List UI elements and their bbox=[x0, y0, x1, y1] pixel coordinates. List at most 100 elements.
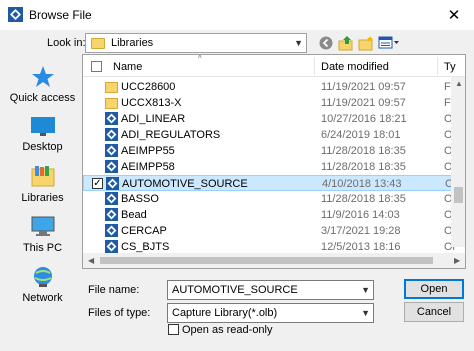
place-desktop[interactable]: Desktop bbox=[5, 116, 80, 153]
column-separator[interactable] bbox=[314, 57, 315, 75]
scroll-left-icon[interactable]: ◀ bbox=[88, 256, 94, 265]
scroll-up-icon[interactable]: ▲ bbox=[455, 79, 463, 88]
chevron-down-icon: ▼ bbox=[294, 38, 303, 48]
file-name: ADI_REGULATORS bbox=[121, 129, 221, 141]
column-header-row: ^ Name Date modified Ty bbox=[83, 54, 465, 77]
column-separator[interactable] bbox=[437, 57, 438, 75]
folder-icon bbox=[105, 98, 118, 109]
back-arrow-icon bbox=[319, 36, 333, 50]
row-checkbox[interactable]: ✓ bbox=[92, 178, 103, 189]
up-folder-button[interactable] bbox=[338, 34, 354, 52]
file-date: 11/28/2018 18:35 bbox=[321, 145, 406, 157]
library-file-icon bbox=[105, 160, 118, 173]
file-row[interactable]: ✓AUTOMOTIVE_SOURCE4/10/2018 13:43Ol bbox=[83, 175, 459, 191]
lookin-label: Look in: bbox=[47, 37, 86, 49]
new-folder-icon bbox=[358, 36, 373, 51]
open-button-label: Open bbox=[420, 283, 448, 295]
new-folder-button[interactable] bbox=[358, 34, 374, 52]
file-name: BASSO bbox=[121, 193, 159, 205]
computer-icon bbox=[31, 216, 54, 236]
file-row[interactable]: AEIMPP55 11/28/2018 18:35 Ol bbox=[83, 143, 459, 159]
file-name: UCCX813-X bbox=[121, 97, 182, 109]
close-button[interactable]: ✕ bbox=[440, 4, 468, 26]
open-button[interactable]: Open bbox=[404, 279, 464, 299]
file-row[interactable]: ADI_LINEAR 10/27/2016 18:21 Ol bbox=[83, 111, 459, 127]
file-date: 3/17/2021 19:28 bbox=[321, 225, 401, 237]
chevron-down-icon: ▼ bbox=[361, 308, 370, 318]
close-icon: ✕ bbox=[447, 7, 461, 24]
place-label: Quick access bbox=[9, 92, 76, 104]
library-file-icon bbox=[105, 240, 118, 253]
place-this-pc[interactable]: This PC bbox=[5, 215, 80, 254]
file-name: Bead bbox=[121, 209, 147, 221]
network-icon bbox=[33, 267, 52, 287]
column-name[interactable]: Name bbox=[113, 61, 142, 73]
app-icon bbox=[8, 7, 23, 22]
file-date: 11/19/2021 09:57 bbox=[321, 81, 406, 93]
readonly-checkbox[interactable] bbox=[168, 324, 179, 335]
place-quick-access[interactable]: Quick access bbox=[5, 65, 80, 104]
scroll-right-icon[interactable]: ▶ bbox=[454, 256, 460, 265]
libraries-icon bbox=[31, 166, 54, 187]
scroll-thumb[interactable] bbox=[100, 257, 433, 264]
file-date: 11/28/2018 18:35 bbox=[321, 193, 406, 205]
select-all-checkbox[interactable] bbox=[91, 61, 102, 72]
place-libraries[interactable]: Libraries bbox=[5, 165, 80, 204]
file-name: AEIMPP58 bbox=[121, 161, 175, 173]
horizontal-scrollbar[interactable]: ◀ ▶ bbox=[83, 253, 465, 268]
filename-label: File name: bbox=[88, 284, 140, 296]
up-folder-icon bbox=[338, 36, 353, 51]
window-title: Browse File bbox=[29, 8, 92, 22]
library-file-icon bbox=[105, 208, 118, 221]
scroll-thumb[interactable] bbox=[454, 187, 463, 203]
folder-icon bbox=[105, 82, 118, 93]
file-row[interactable]: BASSO 11/28/2018 18:35 Ol bbox=[83, 191, 459, 207]
file-row[interactable]: UCC28600 11/19/2021 09:57 Fil bbox=[83, 79, 459, 95]
back-button[interactable] bbox=[318, 34, 334, 52]
views-menu-button[interactable] bbox=[378, 34, 400, 52]
file-row[interactable]: ADI_REGULATORS 6/24/2019 18:01 Ol bbox=[83, 127, 459, 143]
sort-ascending-icon: ^ bbox=[198, 54, 202, 63]
library-file-icon bbox=[105, 224, 118, 237]
file-row[interactable]: CERCAP 3/17/2021 19:28 Ol bbox=[83, 223, 459, 239]
column-type[interactable]: Ty bbox=[444, 61, 456, 73]
place-label: Desktop bbox=[22, 141, 63, 153]
file-date: 11/9/2016 14:03 bbox=[321, 209, 400, 221]
library-file-icon bbox=[105, 144, 118, 157]
filetype-value: Capture Library(*.olb) bbox=[172, 307, 278, 319]
place-label: Libraries bbox=[21, 192, 64, 204]
star-icon bbox=[31, 66, 54, 87]
library-file-icon bbox=[105, 112, 118, 125]
library-file-icon bbox=[105, 128, 118, 141]
desktop-icon bbox=[30, 117, 55, 136]
lookin-dropdown[interactable]: Libraries ▼ bbox=[85, 33, 307, 53]
file-name: CS_BJTS bbox=[121, 241, 170, 253]
place-label: This PC bbox=[22, 242, 63, 254]
chevron-down-icon[interactable]: ▼ bbox=[361, 285, 370, 295]
cancel-button[interactable]: Cancel bbox=[404, 302, 464, 322]
file-date: 11/19/2021 09:57 bbox=[321, 97, 406, 109]
place-label: Network bbox=[22, 292, 63, 304]
file-date: 6/24/2019 18:01 bbox=[321, 129, 401, 141]
vertical-scrollbar[interactable]: ▲ bbox=[451, 77, 465, 247]
filetype-select[interactable]: Capture Library(*.olb) ▼ bbox=[167, 303, 374, 323]
file-date: 12/5/2013 18:16 bbox=[321, 241, 401, 253]
file-name: AUTOMOTIVE_SOURCE bbox=[122, 178, 248, 190]
file-row[interactable]: Bead 11/9/2016 14:03 Ol bbox=[83, 207, 459, 223]
folder-icon bbox=[91, 37, 105, 49]
file-row[interactable]: UCCX813-X 11/19/2021 09:57 Fil bbox=[83, 95, 459, 111]
file-list[interactable]: ^ Name Date modified Ty UCC28600 11/19/20… bbox=[82, 54, 466, 269]
column-date[interactable]: Date modified bbox=[321, 61, 389, 73]
readonly-label[interactable]: Open as read-only bbox=[182, 324, 273, 336]
places-bar: Quick access Desktop Libraries This PC N… bbox=[5, 60, 80, 340]
file-name: CERCAP bbox=[121, 225, 167, 237]
file-date: 11/28/2018 18:35 bbox=[321, 161, 406, 173]
lookin-value: Libraries bbox=[111, 37, 154, 49]
file-row[interactable]: AEIMPP58 11/28/2018 18:35 Ol bbox=[83, 159, 459, 175]
file-name: AEIMPP55 bbox=[121, 145, 175, 157]
filename-input[interactable]: AUTOMOTIVE_SOURCE ▼ bbox=[167, 280, 374, 300]
place-network[interactable]: Network bbox=[5, 265, 80, 304]
file-name: UCC28600 bbox=[121, 81, 176, 93]
file-name: ADI_LINEAR bbox=[121, 113, 186, 125]
cancel-button-label: Cancel bbox=[416, 306, 452, 318]
